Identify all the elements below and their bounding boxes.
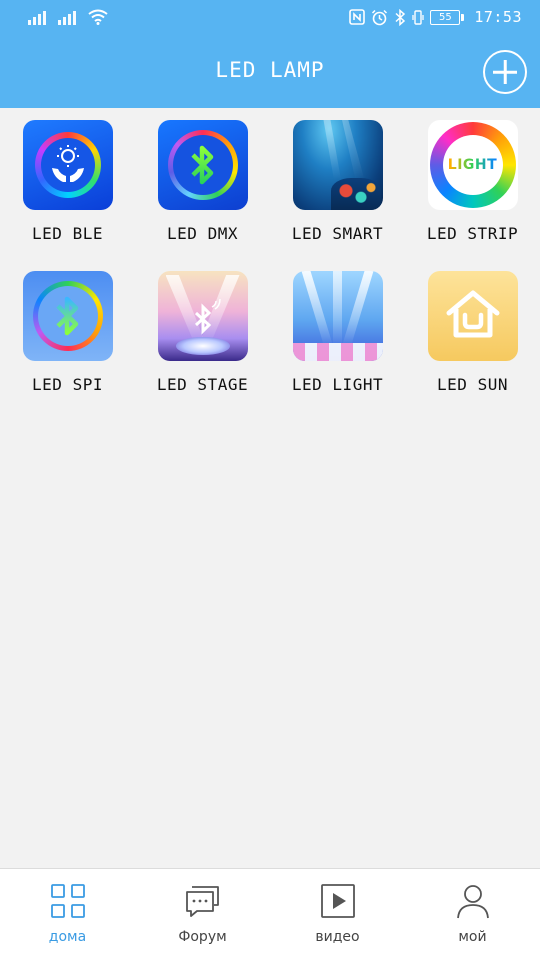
app-label: LED STRIP bbox=[426, 224, 519, 243]
app-led-smart[interactable]: LED SMART bbox=[270, 120, 405, 243]
signal-1-icon bbox=[28, 9, 46, 25]
app-label: LED DMX bbox=[167, 224, 238, 243]
nav-home[interactable]: дома bbox=[0, 869, 135, 961]
wifi-icon bbox=[88, 9, 108, 25]
nav-forum[interactable]: Форум bbox=[135, 869, 270, 961]
app-grid: LED BLE LED DMX LED SMART LIGHT LED STRI… bbox=[0, 120, 540, 394]
app-led-sun[interactable]: LED SUN bbox=[405, 271, 540, 394]
nav-profile[interactable]: мой bbox=[405, 869, 540, 961]
add-device-button[interactable] bbox=[483, 50, 527, 94]
underwater-icon bbox=[292, 120, 383, 210]
vibrate-icon bbox=[412, 9, 424, 25]
stage-lights-icon bbox=[292, 271, 383, 361]
app-label: LED BLE bbox=[32, 224, 103, 243]
play-icon bbox=[320, 884, 355, 918]
stage-bluetooth-icon bbox=[157, 271, 248, 361]
app-label: LED SUN bbox=[437, 375, 508, 394]
status-bar: 55 17:53 bbox=[0, 0, 540, 36]
nfc-icon bbox=[349, 9, 366, 25]
bluetooth-rainbow-icon bbox=[157, 120, 248, 210]
app-led-stage[interactable]: LED STAGE bbox=[135, 271, 270, 394]
bluetooth-status-icon bbox=[395, 8, 406, 26]
battery-icon: 55 bbox=[430, 9, 465, 25]
app-led-strip[interactable]: LIGHT LED STRIP bbox=[405, 120, 540, 243]
light-text: LIGHT bbox=[428, 157, 518, 173]
alarm-icon bbox=[372, 9, 388, 25]
clock: 17:53 bbox=[474, 8, 522, 26]
app-label: LED STAGE bbox=[156, 375, 249, 394]
nav-video[interactable]: видео bbox=[270, 869, 405, 961]
nav-label: Форум bbox=[178, 929, 227, 945]
nav-label: мой bbox=[458, 929, 487, 945]
sun-hands-icon bbox=[22, 120, 113, 210]
signal-2-icon bbox=[58, 9, 76, 25]
app-label: LED LIGHT bbox=[291, 375, 384, 394]
chat-icon bbox=[185, 886, 219, 917]
person-icon bbox=[456, 885, 489, 919]
app-label: LED SPI bbox=[32, 375, 103, 394]
bottom-navigation: дома Форум видео мой bbox=[0, 868, 540, 961]
page-title: LED LAMP bbox=[215, 58, 325, 82]
signal-indicators bbox=[28, 9, 108, 25]
app-led-light[interactable]: LED LIGHT bbox=[270, 271, 405, 394]
nav-label: видео bbox=[315, 929, 360, 945]
app-led-dmx[interactable]: LED DMX bbox=[135, 120, 270, 243]
app-led-spi[interactable]: LED SPI bbox=[0, 271, 135, 394]
app-label: LED SMART bbox=[291, 224, 384, 243]
house-icon bbox=[427, 271, 518, 361]
grid-icon bbox=[50, 884, 85, 918]
light-color-wheel-icon: LIGHT bbox=[427, 120, 518, 210]
app-led-ble[interactable]: LED BLE bbox=[0, 120, 135, 243]
bluetooth-ring-icon bbox=[22, 271, 113, 361]
status-right: 55 17:53 bbox=[349, 8, 522, 26]
nav-label: дома bbox=[48, 929, 87, 945]
top-app-bar: 55 17:53 LED LAMP bbox=[0, 0, 540, 108]
